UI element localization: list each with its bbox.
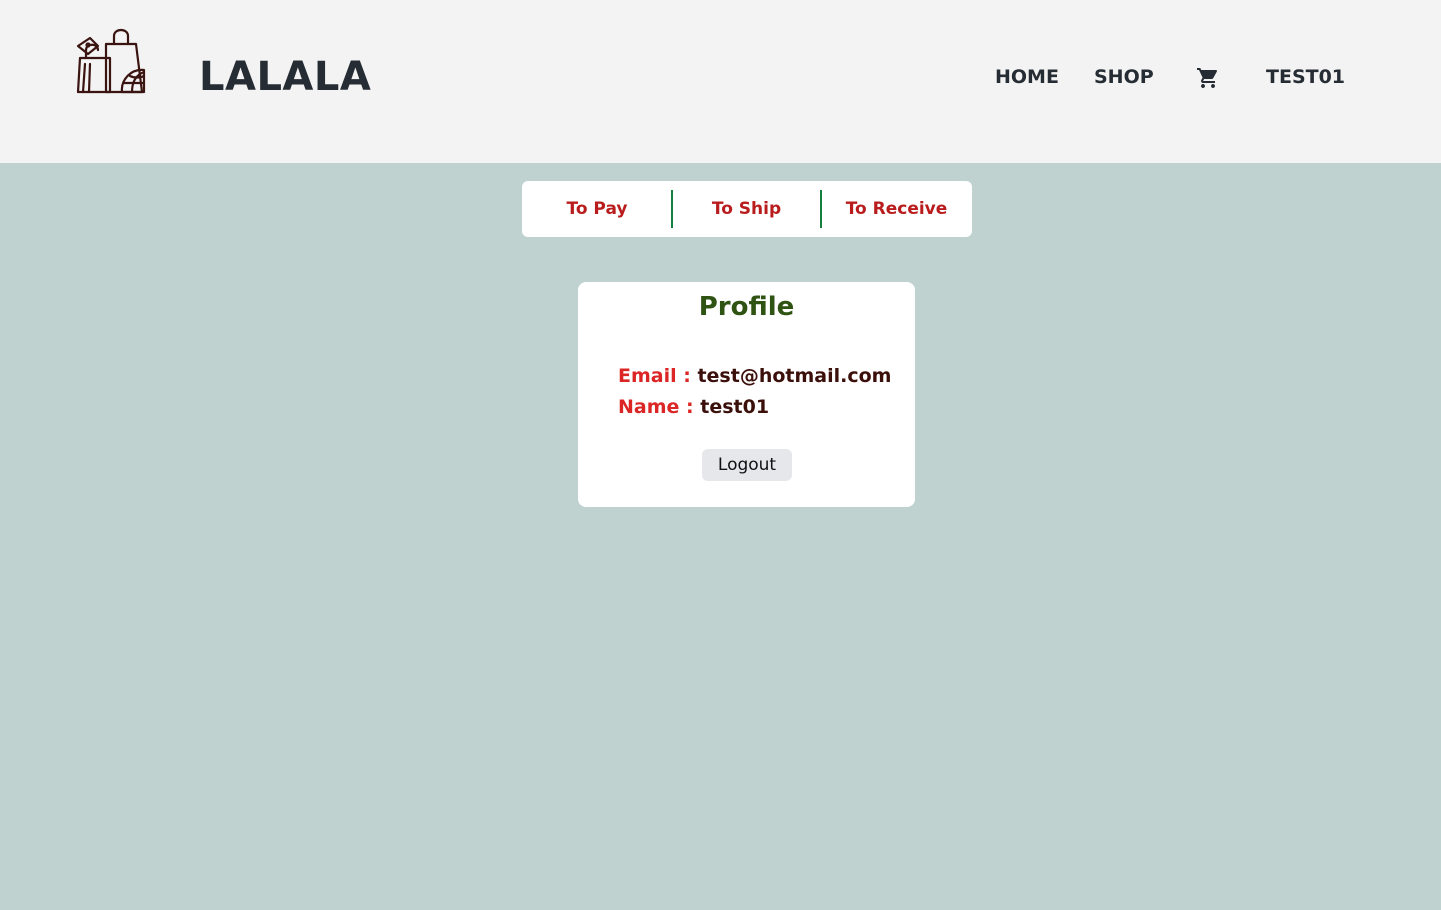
nav-user-link[interactable]: TEST01: [1266, 66, 1345, 88]
email-row: Email : test@hotmail.com: [618, 365, 891, 387]
cart-icon[interactable]: [1196, 66, 1220, 90]
profile-card: Profile Email : test@hotmail.com Name : …: [578, 282, 915, 507]
email-label: Email :: [618, 365, 698, 387]
site-header: LALALA HOME SHOP TEST01: [0, 0, 1441, 163]
name-value: test01: [700, 396, 770, 418]
name-row: Name : test01: [618, 396, 769, 418]
tab-to-receive[interactable]: To Receive: [821, 181, 972, 237]
name-label: Name :: [618, 396, 701, 418]
shopping-bags-globe-icon[interactable]: [76, 26, 148, 96]
email-value: test@hotmail.com: [697, 365, 892, 387]
order-status-tabs: To Pay To Ship To Receive: [522, 181, 972, 237]
nav-home-link[interactable]: HOME: [995, 66, 1059, 88]
tab-to-ship[interactable]: To Ship: [672, 181, 821, 237]
logout-button[interactable]: Logout: [702, 449, 792, 481]
tab-to-pay[interactable]: To Pay: [522, 181, 672, 237]
brand-name[interactable]: LALALA: [199, 54, 371, 100]
nav-shop-link[interactable]: SHOP: [1094, 66, 1154, 88]
profile-title: Profile: [698, 292, 795, 322]
